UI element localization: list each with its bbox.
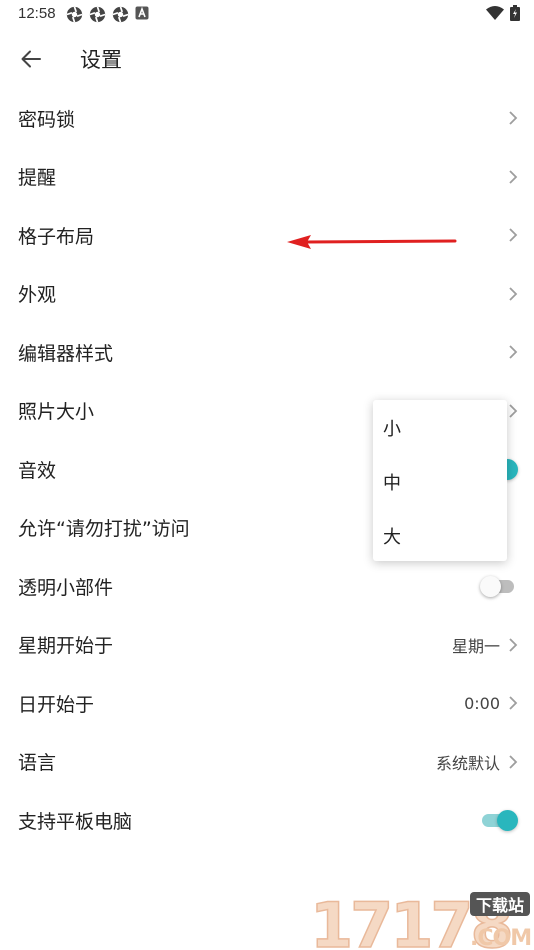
chevron-right-icon [509, 755, 518, 769]
setting-label: 音效 [18, 459, 57, 482]
setting-label: 密码锁 [18, 108, 76, 131]
aperture-icon [66, 6, 83, 23]
watermark-domain: .COM [470, 926, 531, 950]
app-a-icon [135, 6, 149, 20]
setting-appearance[interactable]: 外观 [0, 265, 534, 324]
setting-transparent-widget: 透明小部件 [0, 557, 534, 616]
watermark-badge: 下载站 [476, 896, 524, 915]
page-title: 设置 [80, 48, 122, 72]
tablet-support-toggle[interactable] [482, 810, 518, 832]
setting-reminder[interactable]: 提醒 [0, 148, 534, 207]
popup-option-small[interactable]: 小 [373, 401, 507, 455]
setting-language[interactable]: 语言 系统默认 [0, 733, 534, 792]
setting-label: 提醒 [18, 167, 57, 190]
site-watermark-logo: 17178 下载站 .COM [310, 888, 532, 950]
status-right-icons [486, 5, 520, 21]
popup-option-medium[interactable]: 中 [373, 455, 507, 509]
chevron-right-icon [509, 111, 518, 125]
setting-label: 透明小部件 [18, 576, 114, 599]
popup-option-large[interactable]: 大 [373, 509, 507, 563]
setting-editor-style[interactable]: 编辑器样式 [0, 323, 534, 382]
annotation-arrow-icon [287, 235, 457, 249]
setting-label: 照片大小 [18, 401, 95, 424]
aperture-icon [112, 6, 129, 23]
setting-label: 编辑器样式 [18, 342, 114, 365]
chevron-right-icon [509, 228, 518, 242]
setting-label: 日开始于 [18, 693, 95, 716]
notification-icons [66, 6, 149, 23]
status-time: 12:58 [18, 5, 56, 22]
setting-label: 语言 [18, 752, 57, 775]
transparent-widget-toggle[interactable] [480, 576, 518, 598]
setting-passcode-lock[interactable]: 密码锁 [0, 89, 534, 148]
setting-label: 星期开始于 [18, 635, 114, 658]
setting-label: 外观 [18, 284, 57, 307]
setting-tablet-support: 支持平板电脑 [0, 791, 534, 850]
chevron-right-icon [509, 696, 518, 710]
chevron-right-icon [509, 287, 518, 301]
back-button[interactable] [14, 42, 48, 76]
setting-label: 支持平板电脑 [18, 810, 133, 833]
setting-label: 允许“请勿打扰”访问 [18, 518, 190, 541]
setting-week-start[interactable]: 星期开始于 星期一 [0, 616, 534, 675]
aperture-icon [89, 6, 106, 23]
setting-day-start[interactable]: 日开始于 0:00 [0, 674, 534, 733]
setting-value: 0:00 [464, 693, 500, 713]
photo-size-popup-menu: 小 中 大 [373, 400, 507, 561]
app-bar: 设置 [0, 30, 534, 86]
chevron-right-icon [509, 638, 518, 652]
chevron-right-icon [509, 170, 518, 184]
chevron-right-icon [509, 345, 518, 359]
battery-icon [510, 5, 520, 21]
setting-label: 格子布局 [18, 225, 95, 248]
chevron-right-icon [509, 404, 518, 418]
status-bar: 12:58 [0, 0, 534, 28]
setting-value: 星期一 [451, 636, 500, 656]
arrow-left-icon [21, 50, 41, 68]
wifi-icon [486, 6, 504, 20]
setting-value: 系统默认 [435, 753, 500, 773]
